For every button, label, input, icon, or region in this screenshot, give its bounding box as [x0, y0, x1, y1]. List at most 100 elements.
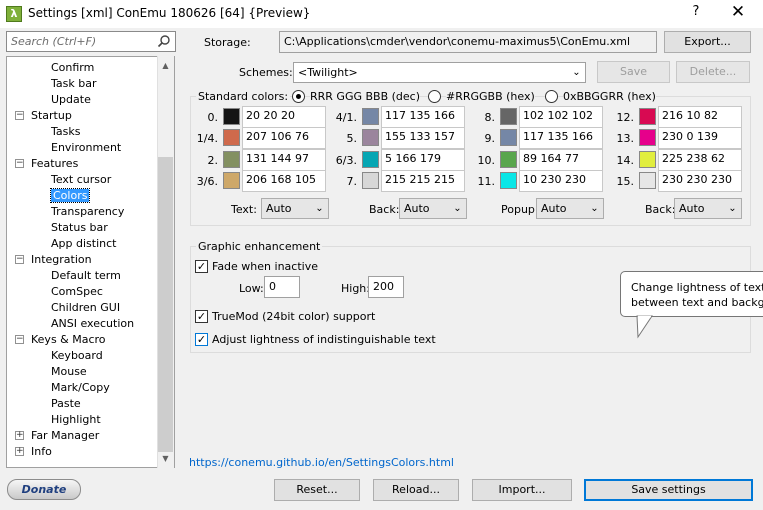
tree-item-children-gui[interactable]: Children GUI — [51, 300, 120, 316]
expand-icon[interactable]: + — [15, 447, 24, 456]
settings-tree[interactable]: Confirm Task bar Update − Startup Tasks Enviro… — [6, 56, 175, 468]
conemu-app-icon[interactable]: λ — [6, 6, 22, 22]
tree-item-keyboard[interactable]: Keyboard — [51, 348, 103, 364]
tree-item-app-distinct[interactable]: App distinct — [51, 236, 116, 252]
collapse-icon[interactable]: − — [15, 255, 24, 264]
color-value-input-0[interactable]: 20 20 20 — [242, 106, 326, 128]
tree-item-ansi-execution[interactable]: ANSI execution — [51, 316, 134, 332]
tree-item-far-manager[interactable]: Far Manager — [31, 428, 99, 444]
expand-icon[interactable]: + — [15, 431, 24, 440]
high-label: High: — [341, 282, 370, 295]
tree-item-integration[interactable]: Integration — [31, 252, 92, 268]
color-value-input-15[interactable]: 230 230 230 — [658, 170, 742, 192]
back-color-value: Auto — [404, 202, 430, 215]
popup-color-dropdown[interactable]: Auto ⌄ — [536, 198, 604, 219]
tree-item-confirm[interactable]: Confirm — [51, 60, 94, 76]
help-link[interactable]: https://conemu.github.io/en/SettingsColo… — [189, 456, 454, 469]
color-value-input-7[interactable]: 215 215 215 — [381, 170, 465, 192]
storage-path-field[interactable]: C:\Applications\cmder\vendor\conemu-maxi… — [279, 31, 657, 53]
color-value-input-12[interactable]: 216 10 82 — [658, 106, 742, 128]
tree-item-label: Children GUI — [51, 301, 121, 314]
save-scheme-button[interactable]: Save — [597, 61, 670, 83]
tree-item-label: Integration — [31, 253, 92, 266]
color-value-input-8[interactable]: 102 102 102 — [519, 106, 603, 128]
close-button[interactable]: ✕ — [729, 2, 747, 22]
color-value-input-14[interactable]: 225 238 62 — [658, 149, 742, 171]
color-swatch-14[interactable] — [639, 151, 656, 168]
color-swatch-11[interactable] — [500, 172, 517, 189]
color-value-input-13[interactable]: 230 0 139 — [658, 127, 742, 149]
color-swatch-0[interactable] — [223, 108, 240, 125]
tree-item-keys-macro[interactable]: Keys & Macro — [31, 332, 106, 348]
format-dec-radio[interactable] — [292, 90, 305, 103]
scroll-thumb[interactable] — [158, 157, 173, 452]
color-value-input-10[interactable]: 89 164 77 — [519, 149, 603, 171]
import-button[interactable]: Import... — [472, 479, 572, 501]
tree-item-mark-copy[interactable]: Mark/Copy — [51, 380, 110, 396]
tree-item-task-bar[interactable]: Task bar — [51, 76, 96, 92]
help-button[interactable]: ? — [688, 4, 704, 19]
text-color-dropdown[interactable]: Auto ⌄ — [261, 198, 329, 219]
popup-back-color-dropdown[interactable]: Auto ⌄ — [674, 198, 742, 219]
color-value-input-2[interactable]: 131 144 97 — [242, 149, 326, 171]
color-index-label: 8. — [484, 111, 496, 124]
scroll-up-icon[interactable]: ▲ — [157, 57, 174, 74]
color-swatch-8[interactable] — [500, 108, 517, 125]
adjust-lightness-checkbox[interactable]: ✓ — [195, 333, 208, 346]
format-bbggrr-radio[interactable] — [545, 90, 558, 103]
color-value-input-3[interactable]: 206 168 105 — [242, 170, 326, 192]
donate-button[interactable]: Donate — [7, 479, 81, 500]
color-value-input-9[interactable]: 117 135 166 — [519, 127, 603, 149]
tree-item-text-cursor[interactable]: Text cursor — [51, 172, 111, 188]
color-value-input-11[interactable]: 10 230 230 — [519, 170, 603, 192]
tree-item-highlight[interactable]: Highlight — [51, 412, 101, 428]
tree-item-startup[interactable]: Startup — [31, 108, 72, 124]
color-swatch-4[interactable] — [362, 108, 379, 125]
tree-item-environment[interactable]: Environment — [51, 140, 121, 156]
color-swatch-15[interactable] — [639, 172, 656, 189]
tree-item-status-bar[interactable]: Status bar — [51, 220, 108, 236]
color-swatch-9[interactable] — [500, 129, 517, 146]
tree-item-comspec[interactable]: ComSpec — [51, 284, 103, 300]
scroll-down-icon[interactable]: ▼ — [157, 450, 174, 467]
high-input[interactable]: 200 — [368, 276, 404, 298]
collapse-icon[interactable]: − — [15, 159, 24, 168]
color-value-input-5[interactable]: 155 133 157 — [381, 127, 465, 149]
delete-scheme-button[interactable]: Delete... — [676, 61, 750, 83]
format-rrggbb-radio[interactable] — [428, 90, 441, 103]
color-swatch-2[interactable] — [223, 151, 240, 168]
search-input[interactable]: Search (Ctrl+F) — [6, 31, 176, 52]
export-button[interactable]: Export... — [664, 31, 751, 53]
tree-item-tasks[interactable]: Tasks — [51, 124, 80, 140]
truemod-checkbox[interactable]: ✓ — [195, 310, 208, 323]
color-swatch-13[interactable] — [639, 129, 656, 146]
fade-inactive-checkbox[interactable]: ✓ — [195, 260, 208, 273]
color-swatch-10[interactable] — [500, 151, 517, 168]
tree-item-colors[interactable]: Colors — [49, 188, 91, 204]
save-settings-button[interactable]: Save settings — [584, 479, 753, 501]
color-swatch-5[interactable] — [362, 129, 379, 146]
color-swatch-12[interactable] — [639, 108, 656, 125]
tree-item-features[interactable]: Features — [31, 156, 78, 172]
tree-item-update[interactable]: Update — [51, 92, 91, 108]
back-color-dropdown[interactable]: Auto ⌄ — [399, 198, 467, 219]
tree-item-info[interactable]: Info — [31, 444, 52, 460]
schemes-dropdown[interactable]: <Twilight> ⌄ — [293, 62, 586, 83]
color-swatch-6[interactable] — [362, 151, 379, 168]
reset-button[interactable]: Reset... — [274, 479, 360, 501]
color-swatch-3[interactable] — [223, 172, 240, 189]
tree-item-mouse[interactable]: Mouse — [51, 364, 87, 380]
reload-button[interactable]: Reload... — [373, 479, 459, 501]
color-value-input-1[interactable]: 207 106 76 — [242, 127, 326, 149]
color-value-input-4[interactable]: 117 135 166 — [381, 106, 465, 128]
collapse-icon[interactable]: − — [15, 335, 24, 344]
collapse-icon[interactable]: − — [15, 111, 24, 120]
tree-item-default-term[interactable]: Default term — [51, 268, 121, 284]
tree-item-transparency[interactable]: Transparency — [51, 204, 124, 220]
tree-item-paste[interactable]: Paste — [51, 396, 81, 412]
search-icon[interactable] — [157, 34, 171, 48]
color-swatch-1[interactable] — [223, 129, 240, 146]
color-swatch-7[interactable] — [362, 172, 379, 189]
color-value-input-6[interactable]: 5 166 179 — [381, 149, 465, 171]
low-input[interactable]: 0 — [264, 276, 300, 298]
